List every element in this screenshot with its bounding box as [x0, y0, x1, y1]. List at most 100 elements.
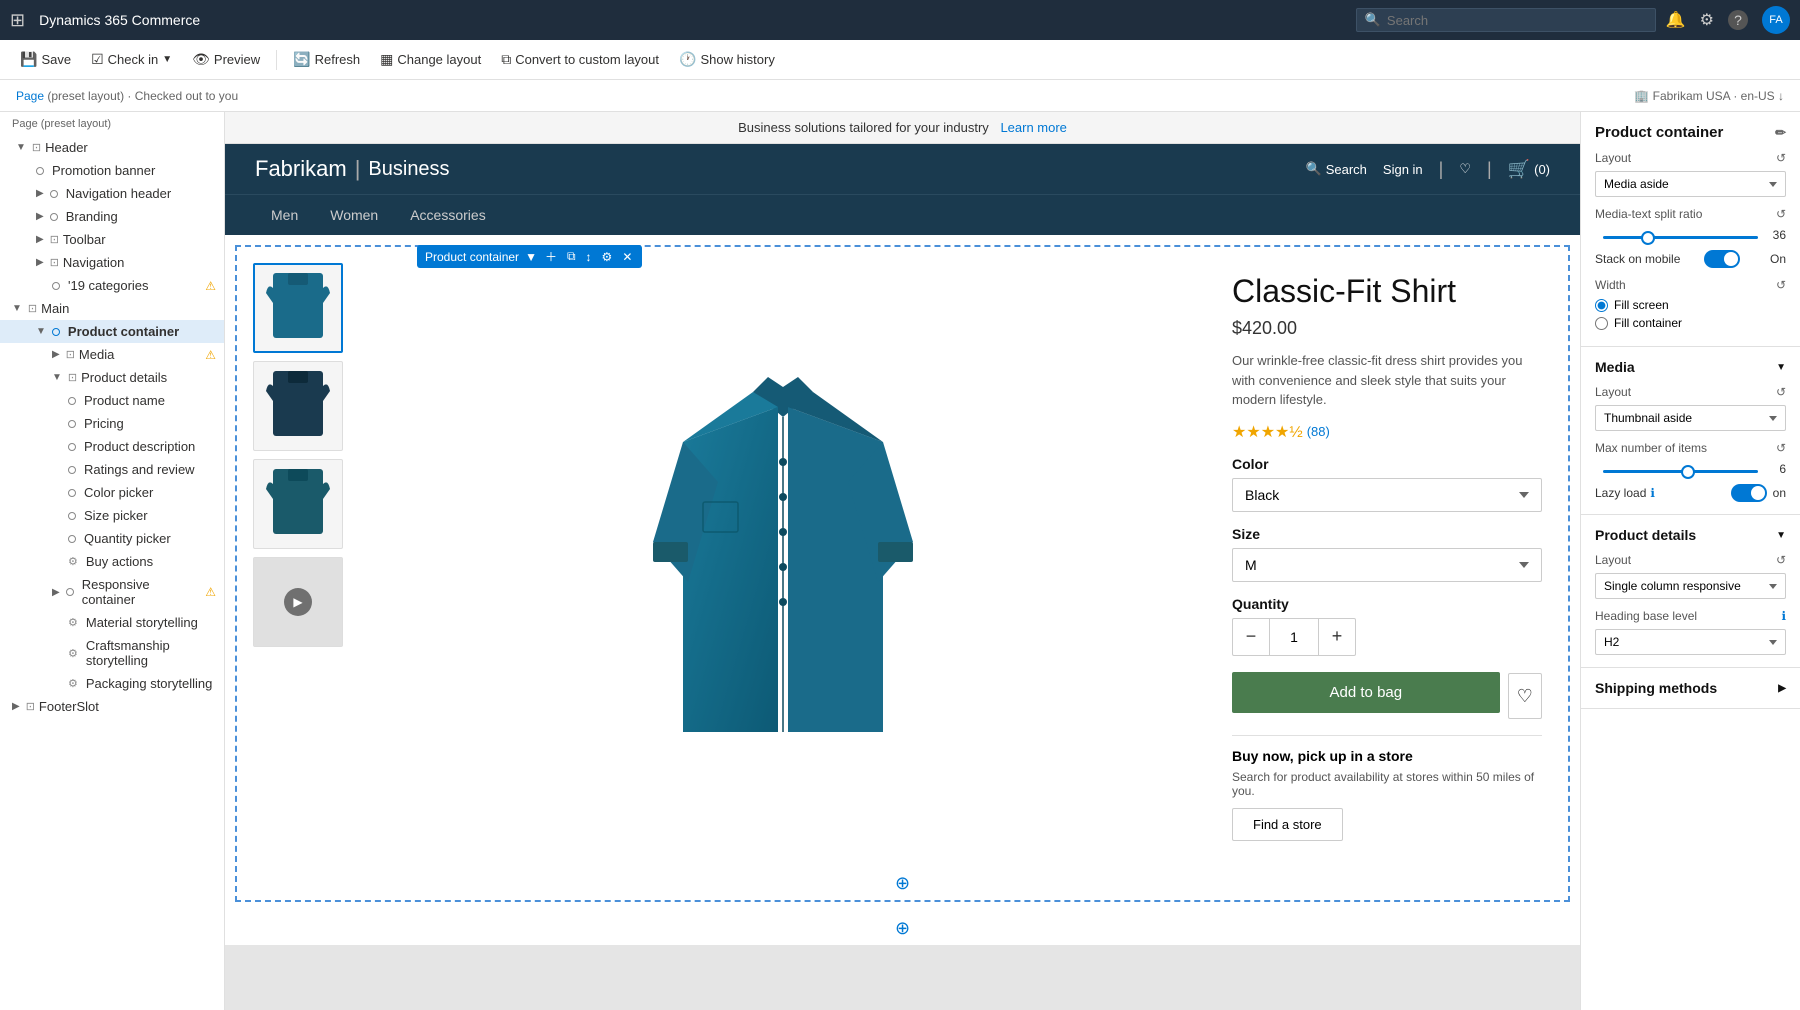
search-nav-button[interactable]: 🔍 Search: [1306, 161, 1367, 177]
ratio-reset-icon[interactable]: ↺: [1776, 207, 1786, 221]
search-input[interactable]: [1387, 13, 1637, 28]
convert-button[interactable]: ⧉ Convert to custom layout: [493, 47, 667, 72]
sidebar-item-product-details[interactable]: ▼ ⊡ Product details: [0, 366, 224, 389]
nav-accessories[interactable]: Accessories: [394, 195, 501, 235]
product-details-layout-reset-icon[interactable]: ↺: [1776, 553, 1786, 567]
find-store-button[interactable]: Find a store: [1232, 808, 1343, 841]
sidebar-item-color-picker[interactable]: Color picker: [0, 481, 224, 504]
sidebar-item-material-storytelling[interactable]: ⚙ Material storytelling: [0, 611, 224, 634]
edit-icon[interactable]: ✏: [1775, 125, 1786, 141]
max-items-slider[interactable]: [1603, 470, 1758, 473]
sidebar-item-qty-picker[interactable]: Quantity picker: [0, 527, 224, 550]
play-button[interactable]: ▶: [284, 588, 312, 616]
add-to-bag-button[interactable]: Add to bag: [1232, 672, 1500, 713]
toolbar-copy-btn[interactable]: ⧉: [565, 249, 578, 264]
bottom-add-button[interactable]: ⊕: [237, 867, 1568, 900]
save-button[interactable]: 💾 Save: [12, 47, 79, 72]
nav-men[interactable]: Men: [255, 195, 314, 235]
grid-icon[interactable]: ⊞: [10, 10, 25, 31]
sidebar-item-nav-header[interactable]: ▶ Navigation header: [0, 182, 224, 205]
width-reset-icon[interactable]: ↺: [1776, 278, 1786, 292]
shipping-section-title[interactable]: Shipping methods ▶: [1595, 680, 1786, 696]
color-select[interactable]: Black: [1232, 478, 1542, 512]
sidebar-item-craftsmanship[interactable]: ⚙ Craftsmanship storytelling: [0, 634, 224, 672]
product-details-layout-select[interactable]: Single column responsive: [1595, 573, 1786, 599]
sidebar-item-product-container[interactable]: ▼ Product container: [0, 320, 224, 343]
thumbnail-2[interactable]: [253, 361, 343, 451]
preview-button[interactable]: 👁 Preview: [184, 47, 268, 72]
site-preview: Business solutions tailored for your ind…: [225, 112, 1580, 945]
bell-icon[interactable]: 🔔: [1666, 10, 1686, 30]
sidebar-item-19-categories[interactable]: '19 categories ⚠: [0, 274, 224, 297]
sidebar-item-main[interactable]: ▼ ⊡ Main: [0, 297, 224, 320]
signin-button[interactable]: Sign in: [1383, 162, 1423, 177]
ratio-slider[interactable]: [1603, 236, 1758, 239]
toolbar-settings-btn[interactable]: ⚙: [600, 250, 615, 264]
sidebar-item-responsive-container[interactable]: ▶ Responsive container ⚠: [0, 573, 224, 611]
sidebar-item-label: Navigation: [63, 255, 124, 270]
main-layout: Page (preset layout) ▼ ⊡ Header Promotio…: [0, 112, 1800, 1010]
avatar[interactable]: FA: [1762, 6, 1790, 34]
history-button[interactable]: 🕐 Show history: [671, 47, 783, 72]
search-bar[interactable]: 🔍: [1356, 8, 1656, 32]
settings-icon[interactable]: ⚙: [1700, 10, 1714, 30]
thumbnail-video[interactable]: ▶: [253, 557, 343, 647]
thumbnail-1[interactable]: [253, 263, 343, 353]
sidebar-item-navigation[interactable]: ▶ ⊡ Navigation: [0, 251, 224, 274]
sidebar-item-label: Responsive container: [82, 577, 202, 607]
sidebar-item-packaging[interactable]: ⚙ Packaging storytelling: [0, 672, 224, 695]
page-link[interactable]: Page: [16, 89, 44, 103]
lazy-load-info-icon[interactable]: ℹ: [1650, 486, 1655, 500]
size-select[interactable]: M: [1232, 548, 1542, 582]
product-title: Classic-Fit Shirt: [1232, 273, 1542, 310]
wishlist-nav-button[interactable]: ♡: [1459, 161, 1471, 177]
sidebar-item-product-desc[interactable]: Product description: [0, 435, 224, 458]
thumbnail-3[interactable]: [253, 459, 343, 549]
chevron-down-icon: ▼: [1776, 530, 1786, 541]
media-layout-select[interactable]: Thumbnail aside: [1595, 405, 1786, 431]
media-layout-reset-icon[interactable]: ↺: [1776, 385, 1786, 399]
circle-icon: [52, 328, 60, 336]
qty-input[interactable]: [1269, 619, 1319, 655]
sidebar-item-pricing[interactable]: Pricing: [0, 412, 224, 435]
heading-base-info-icon[interactable]: ℹ: [1781, 609, 1786, 623]
max-items-reset-icon[interactable]: ↺: [1776, 441, 1786, 455]
sidebar-item-branding[interactable]: ▶ Branding: [0, 205, 224, 228]
sidebar-item-ratings[interactable]: Ratings and review: [0, 458, 224, 481]
product-details-section-title[interactable]: Product details ▼: [1595, 527, 1786, 543]
chevron-right-icon: ▶: [36, 211, 44, 222]
sidebar-item-toolbar[interactable]: ▶ ⊡ Toolbar: [0, 228, 224, 251]
sidebar-item-footer-slot[interactable]: ▶ ⊡ FooterSlot: [0, 695, 224, 718]
stack-mobile-toggle[interactable]: [1704, 250, 1740, 268]
sidebar-item-media[interactable]: ▶ ⊡ Media ⚠: [0, 343, 224, 366]
checkin-button[interactable]: ☑ Check in ▼: [83, 47, 180, 72]
qty-increase-button[interactable]: +: [1319, 619, 1355, 655]
toolbar-move-btn[interactable]: ↕: [584, 250, 594, 264]
nav-women[interactable]: Women: [314, 195, 394, 235]
cart-button[interactable]: 🛒 (0): [1508, 159, 1550, 180]
toolbar-add-btn[interactable]: ＋: [543, 248, 559, 265]
promo-link[interactable]: Learn more: [1000, 120, 1066, 135]
qty-decrease-button[interactable]: −: [1233, 619, 1269, 655]
sidebar-item-size-picker[interactable]: Size picker: [0, 504, 224, 527]
help-icon[interactable]: ?: [1728, 10, 1748, 30]
sidebar-item-buy-actions[interactable]: ⚙ Buy actions: [0, 550, 224, 573]
layout-select[interactable]: Media aside: [1595, 171, 1786, 197]
locale-selector[interactable]: 🏢 Fabrikam USA · en-US ↓: [1634, 89, 1784, 103]
refresh-button[interactable]: 🔄 Refresh: [285, 47, 368, 72]
review-count[interactable]: (88): [1307, 424, 1330, 439]
sidebar-item-header[interactable]: ▼ ⊡ Header: [0, 136, 224, 159]
toolbar-delete-btn[interactable]: ✕: [620, 250, 634, 264]
lazy-load-toggle[interactable]: [1731, 484, 1767, 502]
thumbnail-strip: ▶: [253, 263, 343, 851]
sidebar-item-product-name[interactable]: Product name: [0, 389, 224, 412]
wishlist-button[interactable]: ♡: [1508, 673, 1542, 719]
fill-container-radio[interactable]: [1595, 317, 1608, 330]
layout-reset-icon[interactable]: ↺: [1776, 151, 1786, 165]
media-section-title[interactable]: Media ▼: [1595, 359, 1786, 375]
heading-base-select[interactable]: H2: [1595, 629, 1786, 655]
fill-screen-radio[interactable]: [1595, 299, 1608, 312]
page-bottom-add-button[interactable]: ⊕: [225, 912, 1580, 945]
change-layout-button[interactable]: ▦ Change layout: [372, 47, 489, 72]
sidebar-item-promotion-banner[interactable]: Promotion banner: [0, 159, 224, 182]
